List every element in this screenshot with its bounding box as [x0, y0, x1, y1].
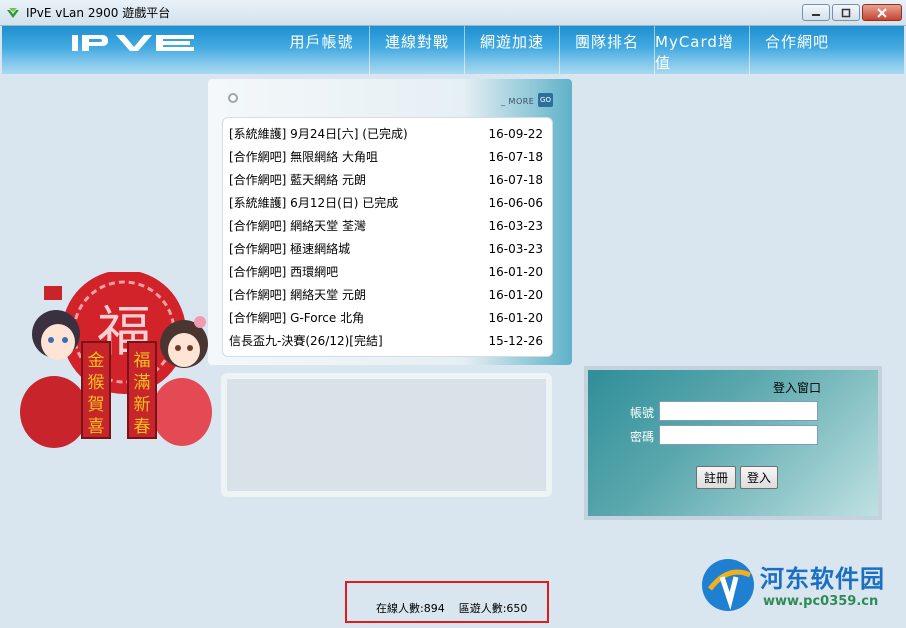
notice-item[interactable]: [系統維護] 6月12日(日) 已完成 16-06-06: [223, 191, 552, 214]
notice-title[interactable]: [合作網吧] 藍天網絡 元朗: [229, 171, 489, 188]
notice-title[interactable]: [系統維護] 6月12日(日) 已完成: [229, 194, 489, 211]
notice-item[interactable]: [合作網吧] 網絡天堂 荃灣 16-03-23: [223, 214, 552, 237]
notice-list: [系統維護] 9月24日[六] (已完成) 16-09-22 [合作網吧] 無限…: [222, 117, 553, 357]
watermark-title: 河东软件园: [760, 565, 885, 593]
password-input[interactable]: [659, 425, 818, 445]
nav-online-battle[interactable]: 連線對戰: [369, 26, 464, 74]
svg-text:猴: 猴: [88, 373, 105, 393]
close-icon[interactable]: [862, 4, 902, 21]
notice-item[interactable]: [合作網吧] 藍天網絡 元朗 16-07-18: [223, 168, 552, 191]
notice-date: 16-09-22: [488, 126, 543, 141]
notice-date: 16-01-20: [488, 264, 543, 279]
notice-date: 16-01-20: [488, 310, 543, 325]
nav-partner-cafe[interactable]: 合作網吧: [749, 26, 844, 74]
svg-text:金: 金: [88, 351, 105, 371]
notice-item[interactable]: [合作網吧] 極速網絡城 16-03-23: [223, 237, 552, 260]
notice-title[interactable]: [合作網吧] 西環網吧: [229, 263, 489, 280]
notice-item[interactable]: [合作網吧] 網絡天堂 元朗 16-01-20: [223, 283, 552, 306]
notice-title[interactable]: 信長盃九-決賽(26/12)[完結]: [229, 332, 489, 349]
svg-text:福: 福: [134, 351, 151, 371]
notice-date: 15-12-26: [488, 333, 543, 348]
maximize-icon[interactable]: [832, 4, 860, 21]
go-button[interactable]: GO: [538, 93, 553, 107]
notice-date: 16-06-06: [488, 195, 543, 210]
more-link[interactable]: _ MORE: [501, 97, 534, 106]
window-title-bar[interactable]: IPvE vLan 2900 遊戲平台: [0, 0, 906, 26]
top-nav-bar: 用戶帳號 連線對戰 網遊加速 團隊排名 MyCard增值 合作網吧: [2, 26, 904, 74]
svg-text:春: 春: [134, 417, 151, 437]
notice-date: 16-01-20: [488, 287, 543, 302]
mascot-illustration: 福 金 猴 賀 喜 福 滿 新 春: [14, 270, 224, 448]
ipve-logo: [72, 32, 196, 54]
nav-team-ranking[interactable]: 團隊排名: [559, 26, 654, 74]
notice-title[interactable]: [合作網吧] 無限網絡 大角咀: [229, 148, 489, 165]
password-label: 密碼: [630, 430, 655, 444]
nav-game-accelerator[interactable]: 網遊加速: [464, 26, 559, 74]
panel-dot-icon: [228, 93, 238, 103]
notice-title[interactable]: [合作網吧] G-Force 北角: [229, 309, 489, 326]
svg-text:賀: 賀: [88, 395, 105, 415]
window-title: IPvE vLan 2900 遊戲平台: [26, 6, 171, 20]
watermark-url: www.pc0359.cn: [763, 594, 879, 609]
notice-title[interactable]: [系統維護] 9月24日[六] (已完成): [229, 125, 489, 142]
svg-text:新: 新: [134, 395, 151, 415]
notice-date: 16-03-23: [488, 218, 543, 233]
login-button[interactable]: 登入: [740, 466, 778, 489]
notice-title[interactable]: [合作網吧] 網絡天堂 元朗: [229, 286, 489, 303]
minimize-icon[interactable]: [802, 4, 830, 21]
notice-item[interactable]: [系統維護] 9月24日[六] (已完成) 16-09-22: [223, 122, 552, 145]
window-controls: [802, 4, 902, 21]
svg-text:喜: 喜: [88, 417, 105, 437]
app-icon: [6, 6, 20, 20]
account-label: 帳號: [630, 406, 655, 420]
game-users-label: 區遊人數:650: [458, 602, 528, 615]
online-users-label: 在線人數:894: [376, 602, 445, 615]
online-count: 在線人數:894 區遊人數:650: [376, 600, 527, 616]
notice-item[interactable]: [合作網吧] G-Force 北角 16-01-20: [223, 306, 552, 329]
login-title: 登入窗口: [773, 381, 822, 395]
notice-item[interactable]: 信長盃九-決賽(26/12)[完結] 15-12-26: [223, 329, 552, 352]
svg-text:滿: 滿: [134, 373, 151, 393]
notice-date: 16-03-23: [488, 241, 543, 256]
notice-date: 16-07-18: [488, 172, 543, 187]
empty-content-box: [221, 373, 552, 497]
nav-mycard-topup[interactable]: MyCard增值: [654, 26, 749, 74]
nav-user-account[interactable]: 用戶帳號: [274, 26, 369, 74]
notice-item[interactable]: [合作網吧] 無限網絡 大角咀 16-07-18: [223, 145, 552, 168]
register-button[interactable]: 註冊: [696, 466, 736, 489]
notice-item[interactable]: [合作網吧] 西環網吧 16-01-20: [223, 260, 552, 283]
notice-date: 16-07-18: [488, 149, 543, 164]
account-input[interactable]: [659, 401, 818, 421]
notice-title[interactable]: [合作網吧] 極速網絡城: [229, 240, 489, 257]
notice-title[interactable]: [合作網吧] 網絡天堂 荃灣: [229, 217, 489, 234]
